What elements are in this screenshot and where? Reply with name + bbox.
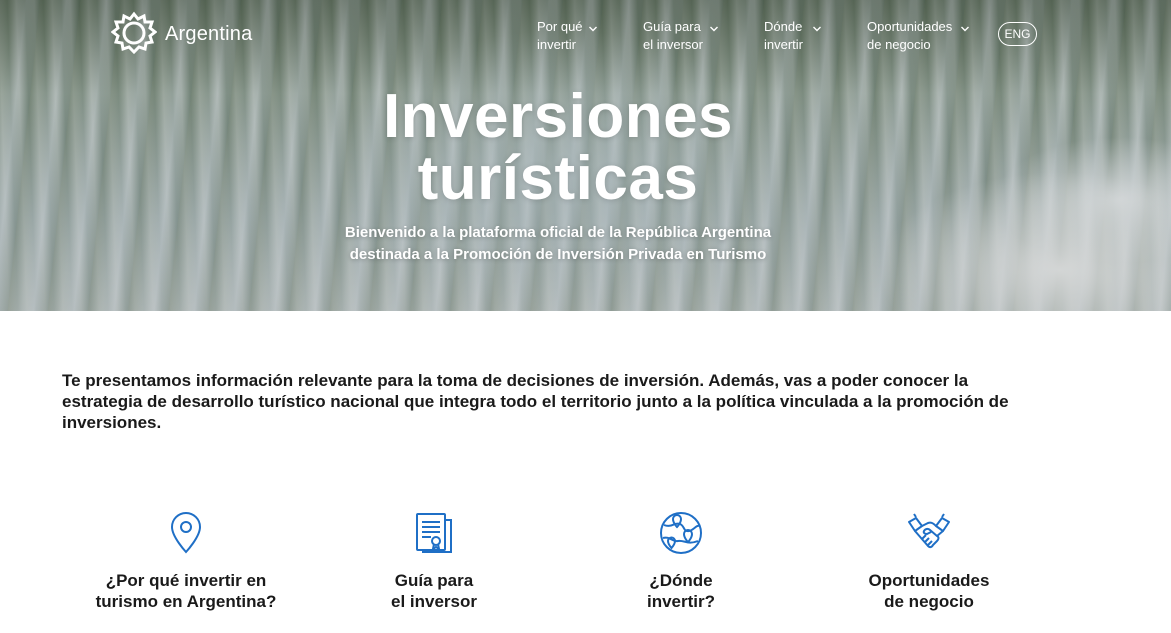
chevron-down-icon bbox=[709, 21, 718, 32]
document-icon bbox=[416, 513, 452, 553]
chevron-down-icon bbox=[588, 21, 597, 32]
card-label-line1: Oportunidades bbox=[868, 571, 990, 590]
nav-item-line1: Por qué bbox=[537, 19, 583, 34]
hero-subtitle-line1: Bienvenido a la plataforma oficial de la… bbox=[344, 224, 772, 241]
page-title-line1: Inversiones bbox=[382, 82, 734, 151]
map-pin-icon bbox=[170, 512, 202, 554]
language-toggle-button[interactable]: ENG bbox=[998, 22, 1037, 46]
nav-item-line2: de negocio bbox=[867, 37, 931, 52]
page-title: Inversiones turísticas bbox=[0, 86, 1116, 210]
card-label-line2: turismo en Argentina? bbox=[95, 592, 277, 611]
card-label-line1: ¿Dónde bbox=[649, 571, 713, 590]
card-label: Oportunidades de negocio bbox=[809, 570, 1049, 612]
sun-emblem-icon bbox=[111, 11, 157, 55]
hero-subtitle-line2: destinada a la Promoción de Inversión Pr… bbox=[349, 246, 767, 263]
nav-item-line2: invertir bbox=[537, 37, 577, 52]
card-donde-invertir[interactable]: ¿Dónde invertir? bbox=[561, 510, 801, 612]
card-label: ¿Por qué invertir en turismo en Argentin… bbox=[66, 570, 306, 612]
globe-pins-icon bbox=[660, 512, 702, 554]
nav-item-line1: Oportunidades bbox=[867, 19, 953, 34]
logo-text: Argentina bbox=[165, 22, 253, 45]
intro-paragraph: Te presentamos información relevante par… bbox=[62, 371, 1009, 432]
nav-item-donde-invertir[interactable]: Dónde invertir bbox=[764, 18, 821, 54]
card-por-que-invertir[interactable]: ¿Por qué invertir en turismo en Argentin… bbox=[66, 510, 306, 612]
card-label-line1: ¿Por qué invertir en bbox=[105, 571, 267, 590]
card-label: ¿Dónde invertir? bbox=[561, 570, 801, 612]
nav-item-guia-inversor[interactable]: Guía para el inversor bbox=[643, 18, 718, 54]
nav-item-line2: invertir bbox=[764, 37, 804, 52]
site-logo[interactable]: Argentina bbox=[111, 11, 252, 57]
nav-item-oportunidades[interactable]: Oportunidades de negocio bbox=[867, 18, 969, 54]
chevron-down-icon bbox=[812, 21, 821, 32]
hero-subtitle: Bienvenido a la plataforma oficial de la… bbox=[0, 222, 1116, 266]
nav-item-line1: Guía para bbox=[643, 19, 701, 34]
nav-item-por-que-invertir[interactable]: Por qué invertir bbox=[537, 18, 597, 54]
chevron-down-icon bbox=[960, 21, 969, 32]
nav-item-line2: el inversor bbox=[643, 37, 703, 52]
handshake-icon bbox=[908, 513, 950, 549]
card-oportunidades[interactable]: Oportunidades de negocio bbox=[809, 510, 1049, 612]
card-label-line2: el inversor bbox=[391, 592, 477, 611]
card-label-line2: invertir? bbox=[646, 592, 716, 611]
card-guia-inversor[interactable]: Guía para el inversor bbox=[314, 510, 554, 612]
card-label-line1: Guía para bbox=[394, 571, 474, 590]
nav-item-line1: Dónde bbox=[764, 19, 803, 34]
card-label: Guía para el inversor bbox=[314, 570, 554, 612]
card-label-line2: de negocio bbox=[884, 592, 974, 611]
page-title-line2: turísticas bbox=[417, 144, 699, 213]
